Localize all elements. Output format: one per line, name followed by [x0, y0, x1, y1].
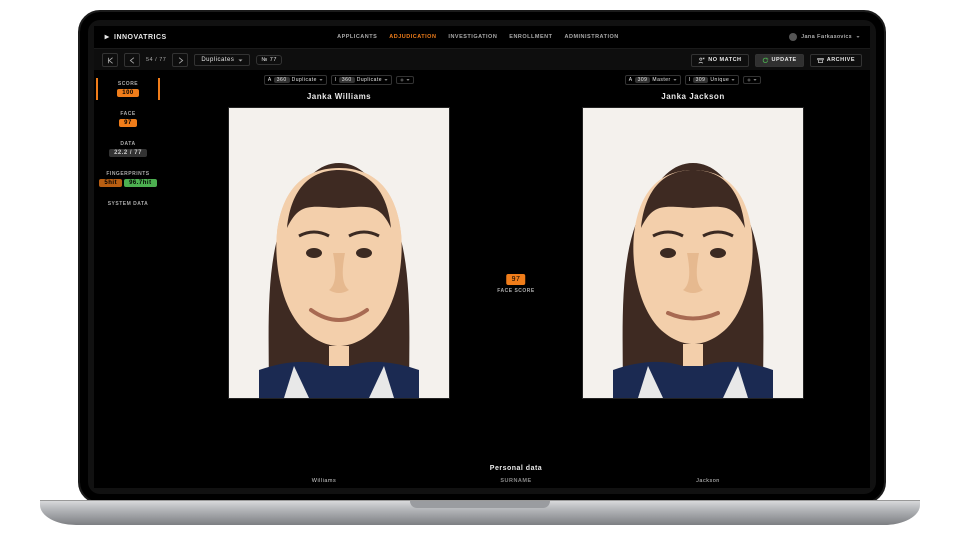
pager-counter: 54 / 77 [146, 57, 166, 63]
update-button[interactable]: UPDATE [755, 54, 804, 67]
face-score-value: 97 [507, 274, 526, 285]
sidebar-data-value: 22.2 / 77 [109, 149, 147, 157]
avatar [789, 33, 797, 41]
sidebar-item-data[interactable]: DATA 22.2 / 77 [98, 138, 158, 160]
sidebar-face-value: 97 [119, 119, 137, 127]
photos-row: 97 FACE SCORE [162, 107, 870, 461]
nav-enrollment[interactable]: ENROLLMENT [509, 34, 552, 40]
sidebar: SCORE 100 FACE 97 DATA 22.2 / 77 FINGERP… [94, 70, 162, 488]
meta-right: A 309 Master I 309 Unique [516, 70, 870, 90]
left-chip-add[interactable] [396, 76, 414, 84]
update-label: UPDATE [772, 57, 797, 63]
meta-left: A 360 Duplicate I 360 Duplicate [162, 70, 516, 90]
personal-row: Williams SURNAME Jackson [162, 478, 870, 484]
pager-total: 77 [159, 57, 166, 63]
topbar: INNOVATRICS APPLICANTS ADJUDICATION INVE… [94, 26, 870, 49]
archive-icon [817, 57, 824, 64]
nav-investigation[interactable]: INVESTIGATION [448, 34, 497, 40]
personal-title: Personal data [162, 465, 870, 472]
names-row: Janka Williams Janka Jackson [162, 90, 870, 107]
caret-down-icon [673, 78, 677, 82]
sidebar-data-label: DATA [120, 141, 135, 147]
sidebar-score-value: 100 [117, 89, 139, 97]
personal-key: SURNAME [486, 478, 546, 484]
caret-down-icon [238, 58, 243, 63]
personal-data: Personal data Williams SURNAME Jackson [162, 461, 870, 488]
personal-right-value: Jackson [546, 478, 870, 484]
user-name: Jana Farkasovics [801, 34, 852, 40]
right-photo[interactable] [582, 107, 804, 399]
caret-down-icon [384, 78, 388, 82]
sidebar-face-label: FACE [120, 111, 135, 117]
user-menu[interactable]: Jana Farkasovics [789, 33, 860, 41]
archive-label: ARCHIVE [827, 57, 855, 63]
sidebar-system-label: SYSTEM DATA [108, 201, 149, 207]
toolbar-right: NO MATCH UPDATE ARCH [691, 54, 862, 67]
sidebar-item-score[interactable]: SCORE 100 [96, 78, 160, 100]
left-name: Janka Williams [162, 90, 516, 107]
laptop-frame: INNOVATRICS APPLICANTS ADJUDICATION INVE… [78, 10, 886, 504]
face-score-label: FACE SCORE [497, 288, 535, 294]
brand-text: INNOVATRICS [114, 34, 167, 41]
go-next-button[interactable] [172, 53, 188, 67]
left-chip-i[interactable]: I 360 Duplicate [331, 75, 392, 85]
left-chip-a[interactable]: A 360 Duplicate [264, 75, 327, 85]
app-screen: INNOVATRICS APPLICANTS ADJUDICATION INVE… [94, 26, 870, 488]
nav-applicants[interactable]: APPLICANTS [337, 34, 377, 40]
view-selector-label: Duplicates [201, 57, 234, 63]
main: A 360 Duplicate I 360 Duplicate [162, 70, 870, 488]
brand-icon [104, 34, 110, 40]
right-chip-add[interactable] [743, 76, 761, 84]
plus-icon [747, 78, 751, 82]
right-chip-a[interactable]: A 309 Master [625, 75, 681, 85]
caret-down-icon [856, 35, 860, 39]
sidebar-fp-right: 96.7hit [124, 179, 157, 187]
sidebar-item-system[interactable]: SYSTEM DATA [98, 198, 158, 210]
right-chip-i[interactable]: I 309 Unique [685, 75, 740, 85]
plus-icon [400, 78, 404, 82]
caret-down-icon [731, 78, 735, 82]
caret-down-icon [753, 78, 757, 82]
no-match-button[interactable]: NO MATCH [691, 54, 748, 67]
laptop-base [40, 500, 920, 525]
sidebar-item-face[interactable]: FACE 97 [98, 108, 158, 130]
archive-button[interactable]: ARCHIVE [810, 54, 862, 67]
laptop-notch [410, 501, 550, 508]
toolbar: 54 / 77 Duplicates № 77 [94, 49, 870, 72]
sidebar-fp-left: 5hit [99, 179, 122, 187]
portrait-placeholder-icon [229, 108, 449, 398]
no-match-label: NO MATCH [708, 57, 741, 63]
sidebar-fp-label: FINGERPRINTS [106, 171, 149, 177]
go-first-button[interactable] [102, 53, 118, 67]
nav-adjudication[interactable]: ADJUDICATION [389, 34, 436, 40]
sidebar-item-fingerprints[interactable]: FINGERPRINTS 5hit 96.7hit [98, 168, 158, 190]
sidebar-score-label: SCORE [118, 81, 138, 87]
record-id-chip: № 77 [256, 55, 282, 65]
left-photo[interactable] [228, 107, 450, 399]
caret-down-icon [319, 78, 323, 82]
personal-left-value: Williams [162, 478, 486, 484]
face-score-indicator: 97 FACE SCORE [497, 274, 535, 294]
person-x-icon [698, 57, 705, 64]
meta-bar: A 360 Duplicate I 360 Duplicate [162, 70, 870, 90]
refresh-icon [762, 57, 769, 64]
go-prev-button[interactable] [124, 53, 140, 67]
brand: INNOVATRICS [104, 34, 167, 41]
pager-pos: 54 [146, 57, 153, 63]
view-selector[interactable]: Duplicates [194, 54, 250, 66]
nav-tabs: APPLICANTS ADJUDICATION INVESTIGATION EN… [167, 34, 790, 40]
portrait-placeholder-icon [583, 108, 803, 398]
caret-down-icon [406, 78, 410, 82]
toolbar-left: 54 / 77 Duplicates № 77 [102, 53, 282, 67]
right-name: Janka Jackson [516, 90, 870, 107]
record-id-text: № 77 [261, 57, 277, 63]
nav-administration[interactable]: ADMINISTRATION [565, 34, 619, 40]
